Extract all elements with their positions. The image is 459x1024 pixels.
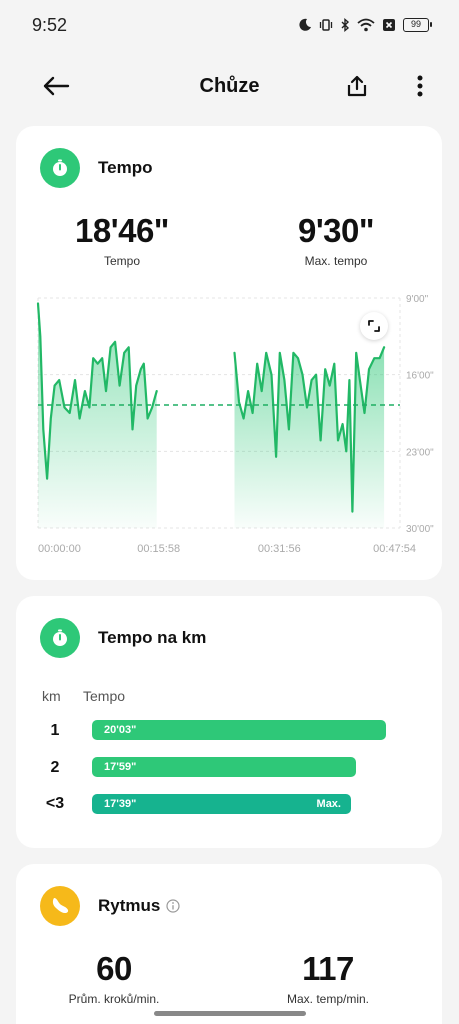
max-cadence-stat: 117 Max. temp/min.	[238, 950, 418, 1006]
km-card-title: Tempo na km	[98, 628, 207, 647]
km-card-header: Tempo na km	[40, 618, 206, 658]
km-pace-bar: 17'59"	[92, 757, 356, 777]
chart-x-tick-label: 00:15:58	[137, 543, 180, 555]
chart-y-tick-label: 9'00"	[406, 294, 429, 305]
km-row-label: <3	[45, 795, 65, 812]
vibrate-icon	[319, 19, 333, 31]
chart-x-tick-label: 00:31:56	[258, 543, 301, 555]
pace-column-header: Tempo	[83, 688, 126, 704]
status-icons: 99	[298, 18, 432, 32]
pace-card-title: Tempo	[98, 158, 153, 177]
cadence-card-header: Rytmus	[40, 886, 180, 926]
app-bar: Chůze	[0, 58, 459, 114]
km-row-label: 1	[50, 722, 60, 739]
max-pace-label: Max. tempo	[304, 254, 368, 268]
pace-badge	[40, 148, 80, 188]
max-pace-stat: 9'30" Max. tempo	[246, 212, 426, 268]
app-bar-actions	[345, 74, 423, 98]
km-pace-value: 17'39"	[104, 798, 137, 810]
expand-icon	[368, 320, 380, 332]
cadence-card-title: Rytmus	[98, 896, 161, 915]
km-pace-card: Tempo na km km Tempo 1 20'03" 2 17'59" <…	[16, 596, 442, 848]
km-badge	[40, 618, 80, 658]
info-icon[interactable]	[166, 899, 180, 913]
expand-chart-button[interactable]	[360, 312, 388, 340]
bluetooth-icon	[341, 18, 350, 32]
avg-cadence-value: 60	[96, 950, 132, 987]
share-icon[interactable]	[345, 74, 369, 98]
chart-y-tick-label: 30'00"	[406, 524, 434, 535]
avg-pace-value: 18'46"	[75, 212, 169, 249]
status-bar: 9:52 99	[0, 0, 459, 50]
km-pace-bar: 17'39" Max.	[92, 794, 351, 814]
km-pace-tag: Max.	[316, 798, 341, 810]
no-sim-icon	[383, 19, 395, 31]
shoe-icon	[52, 898, 69, 913]
avg-pace-label: Tempo	[103, 254, 141, 268]
pace-card-header: Tempo	[40, 148, 152, 188]
moon-icon	[299, 18, 311, 31]
stopwatch-icon	[53, 629, 67, 646]
avg-cadence-stat: 60 Prům. kroků/min.	[24, 950, 204, 1006]
km-pace-value: 17'59"	[104, 761, 137, 773]
more-vert-icon[interactable]	[417, 75, 423, 97]
chart-y-tick-label: 23'00"	[406, 447, 434, 458]
cadence-badge	[40, 886, 80, 926]
chart-x-tick-label: 00:47:54	[373, 543, 416, 555]
km-pace-value: 20'03"	[104, 724, 137, 736]
max-cadence-label: Max. temp/min.	[286, 992, 370, 1006]
avg-pace-stat: 18'46" Tempo	[32, 212, 212, 268]
km-column-header: km	[42, 688, 61, 704]
wifi-icon	[357, 18, 375, 32]
avg-cadence-label: Prům. kroků/min.	[68, 992, 160, 1006]
chart-series-area	[38, 303, 157, 528]
chart-y-tick-label: 16'00"	[406, 371, 434, 382]
battery-icon: 99	[403, 18, 432, 32]
max-pace-value: 9'30"	[297, 212, 375, 249]
km-pace-bar: 20'03"	[92, 720, 386, 740]
max-cadence-value: 117	[302, 950, 354, 987]
back-arrow-icon[interactable]	[42, 75, 70, 97]
km-row-label: 2	[50, 759, 60, 776]
stopwatch-icon	[53, 159, 67, 176]
home-indicator[interactable]	[154, 1011, 306, 1016]
cadence-card: Rytmus 60 Prům. kroků/min. 117 Max. temp…	[16, 864, 442, 1024]
pace-card: Tempo 18'46" Tempo 9'30" Max. tempo 9'00…	[16, 126, 442, 580]
chart-x-tick-label: 00:00:00	[38, 543, 81, 555]
status-time: 9:52	[32, 14, 68, 35]
